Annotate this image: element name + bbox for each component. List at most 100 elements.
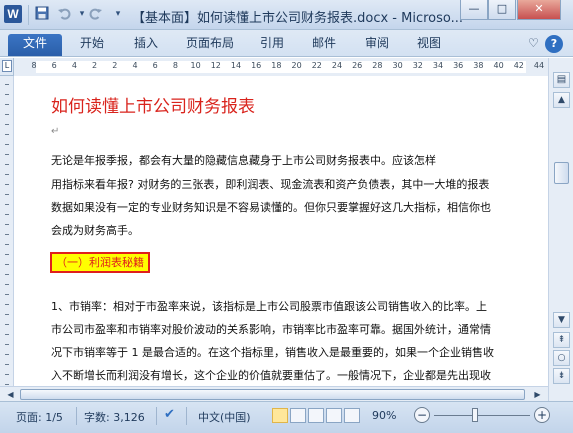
ruler-tick-label: 18 <box>271 61 282 70</box>
separator <box>156 407 157 425</box>
document-page[interactable]: 如何读懂上市公司财务报表 ↵ 无论是年报季报，都会有大量的隐藏信息藏身于上市公司… <box>15 76 548 401</box>
tab-mailings[interactable]: 邮件 <box>304 34 344 56</box>
paragraph-line: 用指标来看年报? 对财务的三张表，即利润表、现金流表和资产负债表，其中一大堆的报… <box>51 178 490 191</box>
tab-review[interactable]: 审阅 <box>356 34 398 56</box>
ruler-tick-label: 6 <box>152 61 158 70</box>
ruler-tick-label: 8 <box>31 61 37 70</box>
paragraph-line: 无论是年报季报，都会有大量的隐藏信息藏身于上市公司财务报表中。应该怎样 <box>51 154 436 167</box>
page-count[interactable]: 页面: 1/5 <box>16 409 63 425</box>
vertical-ruler-tick <box>5 264 9 265</box>
scroll-thumb[interactable] <box>554 162 569 184</box>
word-app-icon[interactable]: W <box>4 5 22 23</box>
proofing-icon[interactable]: ✔ <box>164 407 175 422</box>
vertical-ruler[interactable] <box>0 76 14 401</box>
outline-view-icon[interactable] <box>326 408 342 423</box>
language-indicator[interactable]: 中文(中国) <box>198 409 251 425</box>
ruler-tick-label: 2 <box>92 61 98 70</box>
save-icon[interactable] <box>34 6 50 22</box>
next-page-icon[interactable]: ⇟ <box>553 368 570 384</box>
paragraph-line: 数据如果没有一定的专业财务知识是不容易读懂的。但你只要掌握好这几大指标，相信你也 <box>51 201 491 214</box>
vertical-ruler-tick <box>5 324 9 325</box>
scroll-right-icon[interactable]: ▶ <box>530 388 545 401</box>
previous-page-icon[interactable]: ⇞ <box>553 332 570 348</box>
title-bar: W ▾ ▾ 【基本面】如何读懂上市公司财务报表.docx - Microso..… <box>0 0 573 30</box>
vertical-ruler-tick <box>5 174 9 175</box>
ruler-tick-label: 44 <box>533 61 545 70</box>
vertical-ruler-tick <box>5 124 9 125</box>
separator <box>76 407 77 425</box>
vertical-ruler-tick <box>5 144 9 145</box>
zoom-slider-track[interactable] <box>434 415 530 416</box>
minimize-ribbon-icon[interactable]: ♡ <box>528 36 539 50</box>
vertical-ruler-tick <box>5 194 9 195</box>
redo-icon[interactable] <box>88 6 104 22</box>
vertical-ruler-tick <box>5 224 9 225</box>
document-title: 如何读懂上市公司财务报表 <box>51 97 255 117</box>
separator <box>186 407 187 425</box>
select-browse-object-icon[interactable]: ○ <box>553 350 570 366</box>
vertical-ruler-tick <box>5 334 9 335</box>
tab-references[interactable]: 引用 <box>252 34 292 56</box>
paragraph-line: 入不断增长而利润没有增长，这个企业的价值就要重估了。一般情况下，企业都是先出现收 <box>51 369 491 382</box>
scroll-up-icon[interactable]: ▲ <box>553 92 570 108</box>
vertical-ruler-tick <box>5 354 9 355</box>
vertical-ruler-tick <box>5 294 9 295</box>
vertical-ruler-tick <box>5 184 9 185</box>
full-screen-reading-view-icon[interactable] <box>290 408 306 423</box>
zoom-out-button[interactable]: − <box>414 407 430 423</box>
zoom-in-button[interactable]: + <box>534 407 550 423</box>
ruler-toggle-icon[interactable]: ▤ <box>553 72 570 88</box>
paragraph-line: 会成为财务高手。 <box>51 224 139 237</box>
horizontal-scrollbar[interactable]: ◀ ▶ <box>0 386 548 401</box>
draft-view-icon[interactable] <box>344 408 360 423</box>
vertical-scrollbar[interactable]: ▤ ▲ ▼ ⇞ ○ ⇟ <box>548 58 573 401</box>
ruler-tick-label: 20 <box>291 61 302 70</box>
tab-file[interactable]: 文件 <box>8 34 62 56</box>
vertical-ruler-tick <box>5 154 9 155</box>
ruler-tick-label: 28 <box>372 61 383 70</box>
tab-view[interactable]: 视图 <box>408 34 450 56</box>
ruler-tick-label: 42 <box>513 61 524 70</box>
ruler-tick-label: 40 <box>493 61 504 70</box>
ruler-tick-label: 22 <box>311 61 322 70</box>
ruler-tick-label: 16 <box>251 61 262 70</box>
vertical-ruler-tick <box>5 234 9 235</box>
ruler-tick-label: 4 <box>71 61 77 70</box>
word-count[interactable]: 字数: 3,126 <box>84 409 145 425</box>
ruler-tick-label: 24 <box>331 61 343 70</box>
vertical-ruler-tick <box>5 274 9 275</box>
vertical-ruler-tick <box>5 254 9 255</box>
vertical-ruler-tick <box>5 304 9 305</box>
ribbon-tab-bar: 文件 开始 插入 页面布局 引用 邮件 审阅 视图 ♡ ? <box>0 30 573 57</box>
maximize-button[interactable]: □ <box>488 0 516 20</box>
tab-insert[interactable]: 插入 <box>124 34 168 56</box>
close-button[interactable]: ✕ <box>517 0 561 20</box>
vertical-ruler-tick <box>5 384 9 385</box>
paragraph-mark: ↵ <box>51 126 60 137</box>
undo-icon[interactable] <box>56 6 72 22</box>
zoom-level[interactable]: 90% <box>372 409 396 422</box>
scroll-down-icon[interactable]: ▼ <box>553 312 570 328</box>
ruler-tick-label: 2 <box>112 61 118 70</box>
ruler-tick-label: 38 <box>473 61 484 70</box>
zoom-slider-thumb[interactable] <box>472 408 478 422</box>
customize-quick-access-icon[interactable]: ▾ <box>110 6 126 22</box>
tab-home[interactable]: 开始 <box>70 34 114 56</box>
ruler-tick-label: 14 <box>230 61 242 70</box>
ruler-tick-label: 12 <box>210 61 221 70</box>
help-icon[interactable]: ? <box>545 35 563 53</box>
tab-stop-selector[interactable]: L <box>2 60 12 72</box>
ruler-tick-label: 30 <box>392 61 403 70</box>
horizontal-scroll-thumb[interactable] <box>20 389 525 400</box>
vertical-ruler-tick <box>5 134 9 135</box>
vertical-ruler-tick <box>5 204 9 205</box>
scroll-left-icon[interactable]: ◀ <box>3 388 18 401</box>
web-layout-view-icon[interactable] <box>308 408 324 423</box>
paragraph-line: 况下市销率等于 1 是最合适的。在这个指标里，销售收入是最重要的，如果一个企业销… <box>51 346 494 359</box>
vertical-ruler-tick <box>5 364 9 365</box>
tab-page-layout[interactable]: 页面布局 <box>178 34 242 56</box>
print-layout-view-icon[interactable] <box>272 408 288 423</box>
minimize-button[interactable]: — <box>460 0 488 20</box>
horizontal-ruler[interactable]: 8 6 4 2 2 4 6 8 10 12 14 16 18 20 22 24 26 28 30 32 34 36 38 40… <box>14 58 564 76</box>
separator <box>28 5 29 25</box>
